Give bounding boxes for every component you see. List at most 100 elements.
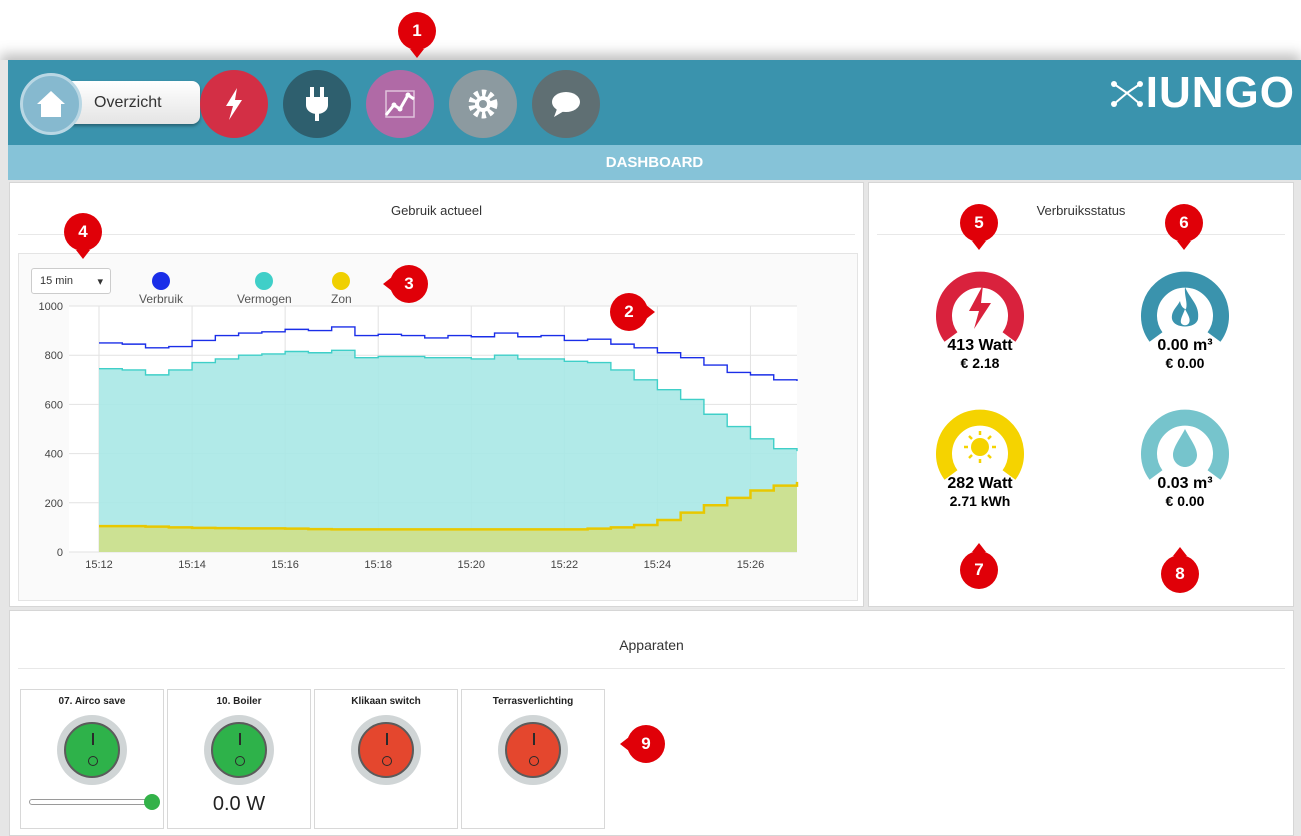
water-gauge[interactable]: 0.03 m³ € 0.00 bbox=[1105, 405, 1265, 509]
solar-gauge-dial bbox=[936, 409, 1024, 480]
annotation-marker-2: 2 bbox=[610, 293, 655, 331]
network-icon bbox=[1110, 81, 1143, 107]
annotation-marker-4: 4 bbox=[64, 213, 102, 259]
page: 1 Overzicht IUNGO DASHBOARD Gebruik actu… bbox=[0, 0, 1301, 836]
y-tick-label: 0 bbox=[57, 547, 63, 559]
device-power: 0.0 W bbox=[212, 793, 266, 815]
water-cost: € 0.00 bbox=[1165, 493, 1205, 509]
electricity-value: 413 Watt bbox=[947, 337, 1013, 354]
app-window: Overzicht IUNGO DASHBOARD Gebruik actuee… bbox=[0, 60, 1301, 836]
annotation-marker-9: 9 bbox=[620, 725, 665, 763]
top-navigation-bar: Overzicht IUNGO bbox=[8, 60, 1301, 145]
marker-label: 6 bbox=[1179, 213, 1189, 232]
marker-label: 2 bbox=[624, 302, 634, 321]
x-tick-label: 15:22 bbox=[551, 559, 579, 571]
messages-button[interactable] bbox=[532, 70, 600, 138]
usage-panel-title: Gebruik actueel bbox=[18, 183, 855, 235]
annotation-marker-3: 3 bbox=[383, 265, 428, 303]
gas-gauge-dial bbox=[1141, 271, 1229, 342]
device-card-airco[interactable]: 07. Airco save bbox=[20, 689, 164, 829]
annotation-marker-1: 1 bbox=[398, 12, 436, 58]
overview-label: Overzicht bbox=[94, 93, 162, 111]
marker-label: 7 bbox=[974, 560, 984, 579]
home-button[interactable] bbox=[20, 73, 82, 135]
usage-panel: Gebruik actueel 15 min ▾ Verbruik Vermoge… bbox=[9, 182, 864, 607]
power-switch-icon bbox=[505, 722, 561, 778]
overview-button[interactable]: Overzicht bbox=[64, 81, 200, 124]
chart-icon bbox=[384, 90, 415, 118]
dashboard-header: DASHBOARD bbox=[8, 145, 1301, 180]
marker-label: 5 bbox=[974, 213, 984, 232]
lightning-icon bbox=[969, 285, 991, 329]
device-card-klikaan[interactable]: Klikaan switch bbox=[314, 689, 458, 829]
chat-icon bbox=[552, 92, 580, 117]
device-name: 10. Boiler bbox=[216, 696, 262, 707]
y-tick-label: 600 bbox=[45, 399, 63, 411]
x-tick-label: 15:20 bbox=[458, 559, 486, 571]
devices-panel: Apparaten 07. Airco save 10. Boiler 0.0 … bbox=[9, 610, 1294, 836]
device-name: Klikaan switch bbox=[351, 696, 421, 707]
gas-gauge[interactable]: 0.00 m³ € 0.00 bbox=[1105, 267, 1265, 371]
gear-icon bbox=[468, 89, 498, 119]
device-name: Terrasverlichting bbox=[492, 696, 574, 707]
marker-label: 1 bbox=[412, 21, 422, 40]
status-panel-title: Verbruiksstatus bbox=[877, 183, 1285, 235]
annotation-marker-7: 7 bbox=[960, 543, 998, 589]
energy-button[interactable] bbox=[200, 70, 268, 138]
plug-button[interactable] bbox=[283, 70, 351, 138]
brand-name: IUNGO bbox=[1145, 68, 1295, 117]
chart-button[interactable] bbox=[366, 70, 434, 138]
plug-icon bbox=[306, 87, 328, 121]
gas-value: 0.00 m³ bbox=[1157, 337, 1213, 354]
gas-cost: € 0.00 bbox=[1165, 355, 1205, 371]
annotation-marker-8: 8 bbox=[1161, 547, 1199, 593]
x-tick-label: 15:26 bbox=[737, 559, 765, 571]
solar-value: 282 Watt bbox=[947, 475, 1013, 492]
x-tick-label: 15:24 bbox=[644, 559, 672, 571]
usage-chart: 15 min ▾ Verbruik Vermogen Zon 0 200 400 600… bbox=[18, 253, 858, 601]
home-icon bbox=[37, 91, 65, 117]
x-tick-label: 15:18 bbox=[364, 559, 392, 571]
marker-label: 9 bbox=[641, 734, 651, 753]
power-switch-icon bbox=[211, 722, 267, 778]
annotation-marker-5: 5 bbox=[960, 204, 998, 250]
chart-plot: 0 200 400 600 800 1000 15:12 15:14 15:16 15:18 15:… bbox=[39, 301, 799, 571]
water-value: 0.03 m³ bbox=[1157, 475, 1213, 492]
device-card-terras[interactable]: Terrasverlichting bbox=[461, 689, 605, 829]
water-gauge-dial bbox=[1141, 409, 1229, 480]
y-tick-label: 200 bbox=[45, 498, 63, 510]
x-tick-label: 15:12 bbox=[85, 559, 113, 571]
sun-icon bbox=[964, 431, 996, 463]
electricity-gauge[interactable]: 413 Watt € 2.18 bbox=[900, 267, 1060, 371]
dashboard-title: DASHBOARD bbox=[605, 154, 704, 171]
marker-label: 3 bbox=[404, 274, 414, 293]
device-card-boiler[interactable]: 10. Boiler 0.0 W bbox=[167, 689, 311, 829]
slider-handle[interactable] bbox=[144, 794, 160, 810]
annotation-marker-6: 6 bbox=[1165, 204, 1203, 250]
solar-energy: 2.71 kWh bbox=[949, 493, 1011, 509]
power-toggle[interactable] bbox=[204, 715, 274, 785]
marker-label: 4 bbox=[78, 222, 88, 241]
electricity-cost: € 2.18 bbox=[960, 355, 1000, 371]
power-switch-icon bbox=[358, 722, 414, 778]
power-toggle[interactable] bbox=[498, 715, 568, 785]
y-tick-label: 800 bbox=[45, 350, 63, 362]
lightning-icon bbox=[226, 88, 242, 120]
x-tick-label: 15:14 bbox=[178, 559, 206, 571]
y-tick-label: 400 bbox=[45, 449, 63, 461]
status-panel: Verbruiksstatus 5 6 413 Watt € 2.18 0.00… bbox=[868, 182, 1294, 607]
level-slider[interactable] bbox=[29, 794, 160, 810]
brand-logo: IUNGO bbox=[1110, 68, 1295, 118]
x-tick-label: 15:16 bbox=[271, 559, 299, 571]
settings-button[interactable] bbox=[449, 70, 517, 138]
devices-panel-title: Apparaten bbox=[18, 611, 1285, 669]
power-toggle[interactable] bbox=[351, 715, 421, 785]
power-switch-icon bbox=[64, 722, 120, 778]
device-name: 07. Airco save bbox=[58, 696, 126, 707]
electricity-gauge-dial bbox=[936, 271, 1024, 342]
power-toggle[interactable] bbox=[57, 715, 127, 785]
y-tick-label: 1000 bbox=[39, 301, 63, 313]
solar-gauge[interactable]: 282 Watt 2.71 kWh bbox=[900, 405, 1060, 509]
drop-icon bbox=[1173, 429, 1197, 467]
marker-label: 8 bbox=[1175, 564, 1185, 583]
